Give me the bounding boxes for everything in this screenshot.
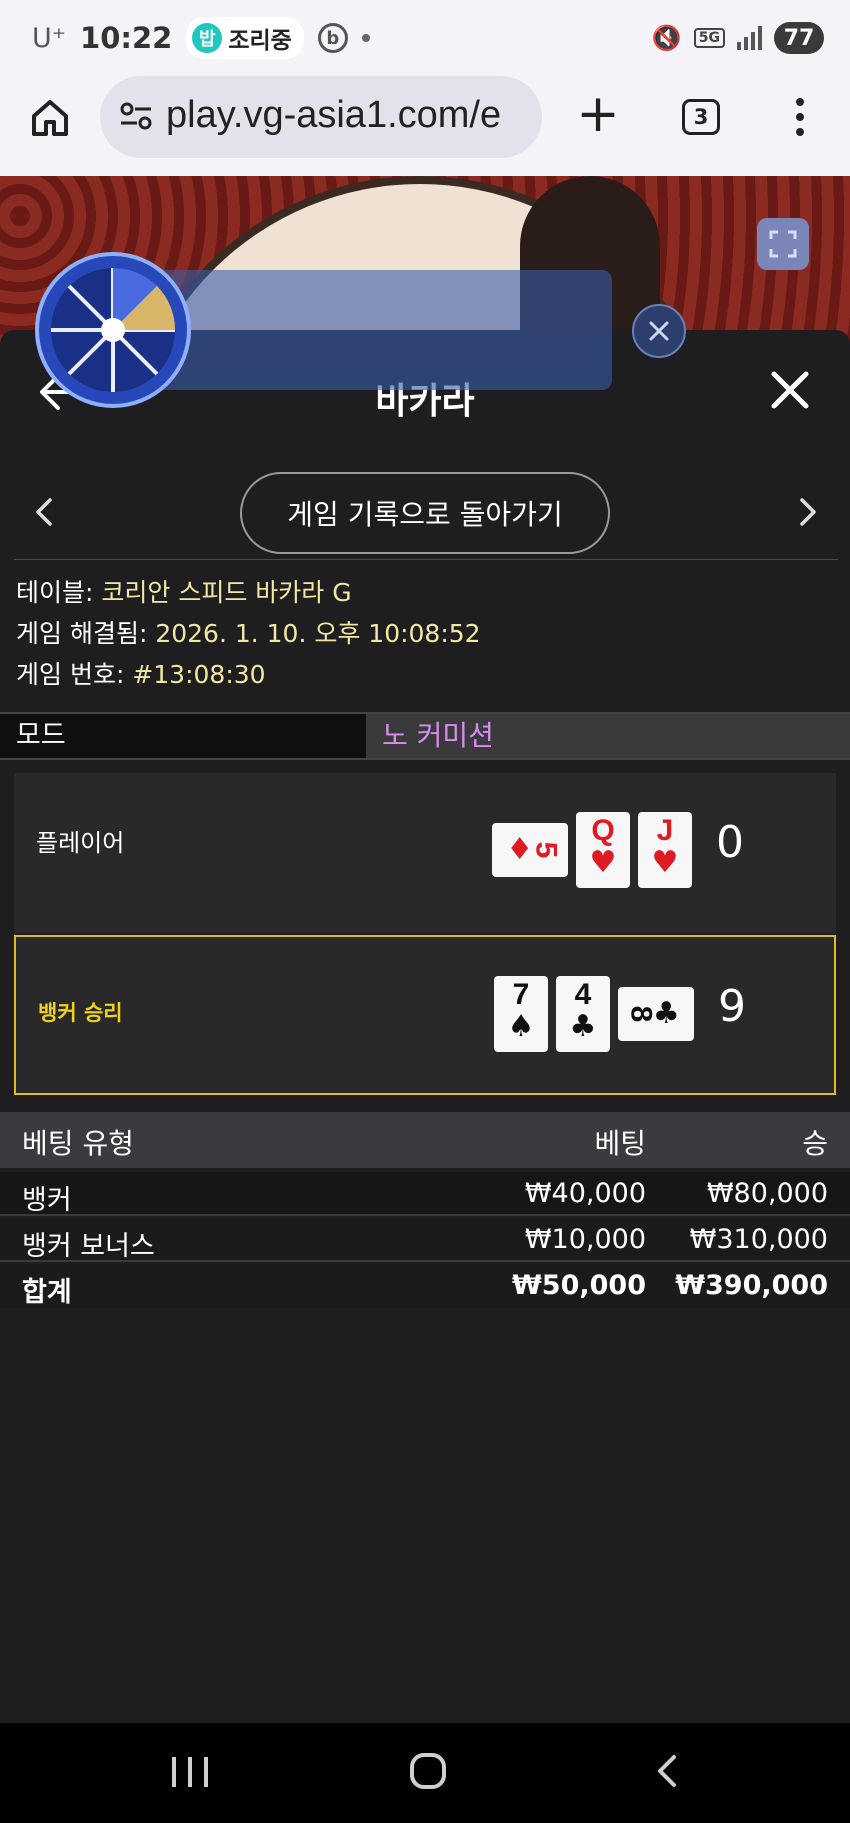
win-amount: ₩80,000 [706,1178,828,1209]
bet-amount: ₩40,000 [524,1178,646,1209]
network-type: 5G [693,28,725,48]
signal-icon [737,26,762,50]
playing-card: 7 ♠ [494,976,548,1052]
rice-cooker-icon: 밥 [192,23,223,53]
b-app-icon: b [317,23,348,53]
record-navigation: 게임 기록으로 돌아가기 [0,468,850,558]
player-score: 0 [716,817,744,868]
home-button[interactable] [24,92,76,144]
prize-wheel-icon[interactable] [34,251,192,409]
card-rank: 5 [529,841,563,859]
win-amount: ₩310,000 [689,1224,828,1255]
browser-menu-button[interactable] [780,94,820,140]
total-label: 합계 [22,1277,72,1308]
player-hand: 플레이어 ♦ 5 Q ♥ J ♥ 0 [14,773,836,933]
bet-type-header: 베팅 유형 [22,1127,134,1160]
notification-label: 조리중 [228,28,292,54]
game-number-label: 게임 번호: [16,660,133,689]
card-rank: J [656,814,674,847]
site-settings-icon[interactable] [116,96,156,136]
mode-row: 모드 노 커미션 [0,712,850,760]
player-cards: ♦ 5 Q ♥ J ♥ [492,811,692,889]
battery-indicator: 77 [774,22,824,54]
bet-amount: ₩10,000 [524,1224,646,1255]
bets-table-header: 베팅 유형 베팅 승 [0,1112,850,1168]
playing-card: 8 ♣ [618,987,694,1041]
playing-card: Q ♥ [576,812,630,888]
game-number-info: 게임 번호: #13:08:30 [16,654,481,695]
mode-label: 모드 [0,714,366,758]
card-rank: 8 [624,1005,658,1023]
home-nav-button[interactable] [410,1753,446,1789]
resolved-info: 게임 해결됨: 2026. 1. 10. 오후 10:08:52 [16,613,481,654]
bet-amount-header: 베팅 [594,1127,646,1160]
screen: U⁺ 10:22 밥 조리중 b 🔇 5G 77 play.vg-asia1.c… [0,0,850,1823]
fullscreen-button[interactable] [757,218,809,270]
playing-card: J ♥ [638,812,692,888]
back-nav-button[interactable] [650,1751,686,1791]
more-notifications-dot [361,34,370,42]
close-promo-button[interactable] [632,304,686,358]
win-amount-header: 승 [802,1127,828,1160]
status-left: U⁺ 10:22 밥 조리중 b [32,17,370,59]
banker-hand: 뱅커 승리 7 ♠ 4 ♣ 8 ♣ 9 [14,935,836,1095]
promo-banner[interactable] [150,270,612,390]
banker-score: 9 [718,981,746,1032]
banker-label: 뱅커 승리 [38,1001,123,1025]
heart-suit-icon: ♥ [589,845,617,880]
mute-icon: 🔇 [651,24,682,52]
browser-toolbar: play.vg-asia1.com/e + 3 [0,76,850,176]
back-to-records-button[interactable]: 게임 기록으로 돌아가기 [240,472,610,554]
resolved-label: 게임 해결됨: [16,619,156,648]
resolved-value: 2026. 1. 10. 오후 10:08:52 [155,619,481,648]
close-icon [649,321,669,341]
divider [14,559,838,560]
bet-type: 뱅커 [22,1185,72,1216]
table-value: 코리안 스피드 바카라 G [101,578,352,607]
url-text[interactable]: play.vg-asia1.com/e [166,94,501,137]
playing-card: ♦ 5 [492,823,568,877]
next-record-icon[interactable] [792,494,822,530]
expand-icon [769,230,797,258]
spade-suit-icon: ♠ [507,1009,535,1044]
table-info: 테이블: 코리안 스피드 바카라 G [16,572,481,613]
close-icon[interactable] [770,370,810,410]
club-suit-icon: ♣ [569,1009,597,1044]
notification-pill: 밥 조리중 [186,17,304,59]
heart-suit-icon: ♥ [651,845,679,880]
game-history-panel: 바카라 게임 기록으로 돌아가기 테이블: 코리안 스피드 바카라 G 게임 해… [0,330,850,1723]
playing-card: 4 ♣ [556,976,610,1052]
tab-switcher-button[interactable]: 3 [682,99,720,135]
status-bar: U⁺ 10:22 밥 조리중 b 🔇 5G 77 [0,0,850,76]
mode-value: 노 커미션 [366,714,850,758]
banker-cards: 7 ♠ 4 ♣ 8 ♣ [494,975,694,1053]
table-row: 뱅커 보너스 ₩10,000 ₩310,000 [0,1218,850,1262]
recent-apps-button[interactable] [172,1749,208,1795]
total-bet: ₩50,000 [512,1270,646,1301]
card-rank: 7 [512,978,530,1011]
new-tab-button[interactable]: + [572,88,624,140]
bet-type: 뱅커 보너스 [22,1231,155,1262]
android-nav-bar [0,1723,850,1823]
game-number-value: #13:08:30 [132,660,266,689]
table-row: 뱅커 ₩40,000 ₩80,000 [0,1172,850,1216]
total-row: 합계 ₩50,000 ₩390,000 [0,1264,850,1308]
clock: 10:22 [80,21,173,55]
card-rank: Q [591,814,615,847]
player-label: 플레이어 [36,829,125,857]
total-win: ₩390,000 [675,1270,828,1301]
status-right: 🔇 5G 77 [652,18,824,58]
url-bar[interactable]: play.vg-asia1.com/e [100,76,542,158]
game-info: 테이블: 코리안 스피드 바카라 G 게임 해결됨: 2026. 1. 10. … [16,572,481,695]
home-icon [32,100,68,136]
card-rank: 4 [574,978,592,1011]
previous-record-icon[interactable] [30,494,60,530]
carrier-label: U⁺ [32,22,67,54]
table-label: 테이블: [16,578,102,607]
